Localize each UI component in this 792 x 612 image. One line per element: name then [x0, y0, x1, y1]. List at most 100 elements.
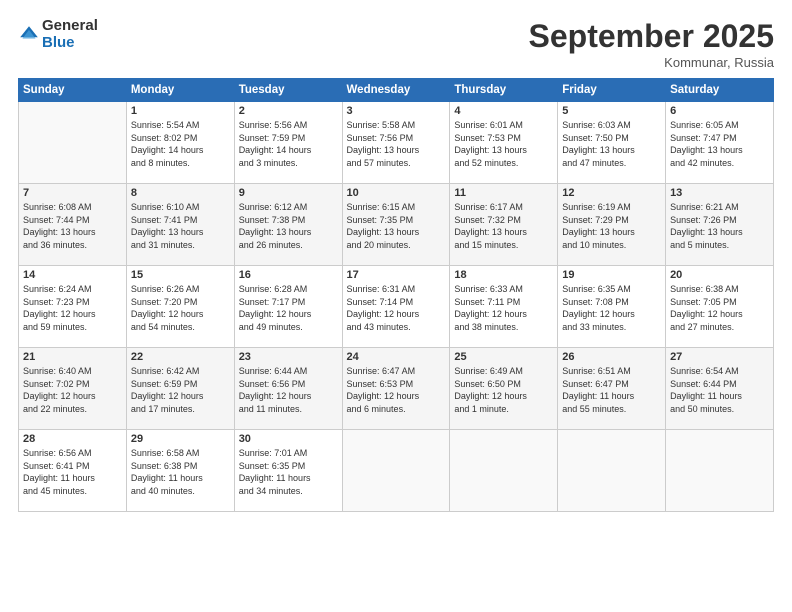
day-info: Sunrise: 5:54 AM Sunset: 8:02 PM Dayligh…: [131, 119, 230, 169]
day-info: Sunrise: 5:58 AM Sunset: 7:56 PM Dayligh…: [347, 119, 446, 169]
day-info: Sunrise: 6:33 AM Sunset: 7:11 PM Dayligh…: [454, 283, 553, 333]
day-number: 7: [23, 187, 122, 199]
week-row-3: 14 Sunrise: 6:24 AM Sunset: 7:23 PM Dayli…: [19, 266, 774, 348]
day-cell: [558, 430, 666, 512]
day-number: 20: [670, 269, 769, 281]
day-info: Sunrise: 6:40 AM Sunset: 7:02 PM Dayligh…: [23, 365, 122, 415]
day-info: Sunrise: 6:28 AM Sunset: 7:17 PM Dayligh…: [239, 283, 338, 333]
day-number: 11: [454, 187, 553, 199]
day-info: Sunrise: 6:51 AM Sunset: 6:47 PM Dayligh…: [562, 365, 661, 415]
day-number: 12: [562, 187, 661, 199]
day-cell: 16 Sunrise: 6:28 AM Sunset: 7:17 PM Dayli…: [234, 266, 342, 348]
day-cell: 15Sunrise: 6:26 AM Sunset: 7:20 PM Dayli…: [126, 266, 234, 348]
day-cell: 4 Sunrise: 6:01 AM Sunset: 7:53 PM Daylig…: [450, 102, 558, 184]
day-number: 24: [347, 351, 446, 363]
day-cell: 28 Sunrise: 6:56 AM Sunset: 6:41 PM Dayli…: [19, 430, 127, 512]
day-number: 21: [23, 351, 122, 363]
day-cell: [450, 430, 558, 512]
day-number: 28: [23, 433, 122, 445]
day-info: Sunrise: 6:19 AM Sunset: 7:29 PM Dayligh…: [562, 201, 661, 251]
logo-text: General Blue: [42, 18, 98, 51]
day-cell: 9 Sunrise: 6:12 AM Sunset: 7:38 PM Daylig…: [234, 184, 342, 266]
day-info: Sunrise: 6:03 AM Sunset: 7:50 PM Dayligh…: [562, 119, 661, 169]
day-cell: 29Sunrise: 6:58 AM Sunset: 6:38 PM Dayli…: [126, 430, 234, 512]
day-number: 1: [131, 105, 230, 117]
day-info: Sunrise: 6:10 AM Sunset: 7:41 PM Dayligh…: [131, 201, 230, 251]
logo-general: General: [42, 18, 98, 35]
day-info: Sunrise: 6:44 AM Sunset: 6:56 PM Dayligh…: [239, 365, 338, 415]
day-number: 30: [239, 433, 338, 445]
day-number: 25: [454, 351, 553, 363]
day-number: 27: [670, 351, 769, 363]
day-info: Sunrise: 6:42 AM Sunset: 6:59 PM Dayligh…: [131, 365, 230, 415]
day-info: Sunrise: 6:58 AM Sunset: 6:38 PM Dayligh…: [131, 447, 230, 497]
logo-blue: Blue: [42, 35, 98, 52]
day-info: Sunrise: 6:24 AM Sunset: 7:23 PM Dayligh…: [23, 283, 122, 333]
day-cell: 10Sunrise: 6:15 AM Sunset: 7:35 PM Dayli…: [342, 184, 450, 266]
day-number: 18: [454, 269, 553, 281]
header: General Blue September 2025 Kommunar, Ru…: [18, 18, 774, 70]
col-header-tuesday: Tuesday: [234, 79, 342, 102]
day-cell: 25 Sunrise: 6:49 AM Sunset: 6:50 PM Dayli…: [450, 348, 558, 430]
calendar-table: SundayMondayTuesdayWednesdayThursdayFrid…: [18, 78, 774, 512]
day-cell: 2 Sunrise: 5:56 AM Sunset: 7:59 PM Daylig…: [234, 102, 342, 184]
day-number: 23: [239, 351, 338, 363]
day-cell: 22 Sunrise: 6:42 AM Sunset: 6:59 PM Dayli…: [126, 348, 234, 430]
title-block: September 2025 Kommunar, Russia: [529, 18, 774, 70]
calendar-page: General Blue September 2025 Kommunar, Ru…: [0, 0, 792, 612]
day-cell: [666, 430, 774, 512]
week-row-2: 7Sunrise: 6:08 AM Sunset: 7:44 PM Daylig…: [19, 184, 774, 266]
day-cell: 30 Sunrise: 7:01 AM Sunset: 6:35 PM Dayli…: [234, 430, 342, 512]
day-cell: 20Sunrise: 6:38 AM Sunset: 7:05 PM Dayli…: [666, 266, 774, 348]
day-cell: 17Sunrise: 6:31 AM Sunset: 7:14 PM Dayli…: [342, 266, 450, 348]
day-number: 16: [239, 269, 338, 281]
logo: General Blue: [18, 18, 98, 51]
col-header-thursday: Thursday: [450, 79, 558, 102]
day-number: 22: [131, 351, 230, 363]
day-info: Sunrise: 6:56 AM Sunset: 6:41 PM Dayligh…: [23, 447, 122, 497]
day-cell: 3 Sunrise: 5:58 AM Sunset: 7:56 PM Daylig…: [342, 102, 450, 184]
day-number: 10: [347, 187, 446, 199]
day-number: 4: [454, 105, 553, 117]
day-info: Sunrise: 6:17 AM Sunset: 7:32 PM Dayligh…: [454, 201, 553, 251]
col-header-wednesday: Wednesday: [342, 79, 450, 102]
location: Kommunar, Russia: [529, 55, 774, 70]
day-info: Sunrise: 6:49 AM Sunset: 6:50 PM Dayligh…: [454, 365, 553, 415]
day-cell: 6Sunrise: 6:05 AM Sunset: 7:47 PM Daylig…: [666, 102, 774, 184]
day-cell: 26 Sunrise: 6:51 AM Sunset: 6:47 PM Dayli…: [558, 348, 666, 430]
day-cell: 21 Sunrise: 6:40 AM Sunset: 7:02 PM Dayli…: [19, 348, 127, 430]
day-number: 2: [239, 105, 338, 117]
col-header-monday: Monday: [126, 79, 234, 102]
day-info: Sunrise: 5:56 AM Sunset: 7:59 PM Dayligh…: [239, 119, 338, 169]
day-number: 19: [562, 269, 661, 281]
day-number: 8: [131, 187, 230, 199]
day-cell: [342, 430, 450, 512]
day-number: 26: [562, 351, 661, 363]
day-cell: 27Sunrise: 6:54 AM Sunset: 6:44 PM Dayli…: [666, 348, 774, 430]
day-number: 6: [670, 105, 769, 117]
day-cell: 23 Sunrise: 6:44 AM Sunset: 6:56 PM Dayli…: [234, 348, 342, 430]
day-info: Sunrise: 6:35 AM Sunset: 7:08 PM Dayligh…: [562, 283, 661, 333]
day-info: Sunrise: 6:12 AM Sunset: 7:38 PM Dayligh…: [239, 201, 338, 251]
logo-icon: [18, 24, 40, 46]
week-row-1: 1 Sunrise: 5:54 AM Sunset: 8:02 PM Daylig…: [19, 102, 774, 184]
day-cell: 18 Sunrise: 6:33 AM Sunset: 7:11 PM Dayli…: [450, 266, 558, 348]
day-number: 13: [670, 187, 769, 199]
col-header-sunday: Sunday: [19, 79, 127, 102]
day-info: Sunrise: 6:01 AM Sunset: 7:53 PM Dayligh…: [454, 119, 553, 169]
week-row-4: 21 Sunrise: 6:40 AM Sunset: 7:02 PM Dayli…: [19, 348, 774, 430]
day-cell: [19, 102, 127, 184]
col-header-saturday: Saturday: [666, 79, 774, 102]
day-number: 3: [347, 105, 446, 117]
day-number: 9: [239, 187, 338, 199]
day-cell: 14 Sunrise: 6:24 AM Sunset: 7:23 PM Dayli…: [19, 266, 127, 348]
day-number: 14: [23, 269, 122, 281]
day-info: Sunrise: 6:26 AM Sunset: 7:20 PM Dayligh…: [131, 283, 230, 333]
day-info: Sunrise: 7:01 AM Sunset: 6:35 PM Dayligh…: [239, 447, 338, 497]
day-cell: 24 Sunrise: 6:47 AM Sunset: 6:53 PM Dayli…: [342, 348, 450, 430]
day-cell: 7Sunrise: 6:08 AM Sunset: 7:44 PM Daylig…: [19, 184, 127, 266]
day-number: 5: [562, 105, 661, 117]
day-info: Sunrise: 6:31 AM Sunset: 7:14 PM Dayligh…: [347, 283, 446, 333]
day-info: Sunrise: 6:47 AM Sunset: 6:53 PM Dayligh…: [347, 365, 446, 415]
day-cell: 12 Sunrise: 6:19 AM Sunset: 7:29 PM Dayli…: [558, 184, 666, 266]
